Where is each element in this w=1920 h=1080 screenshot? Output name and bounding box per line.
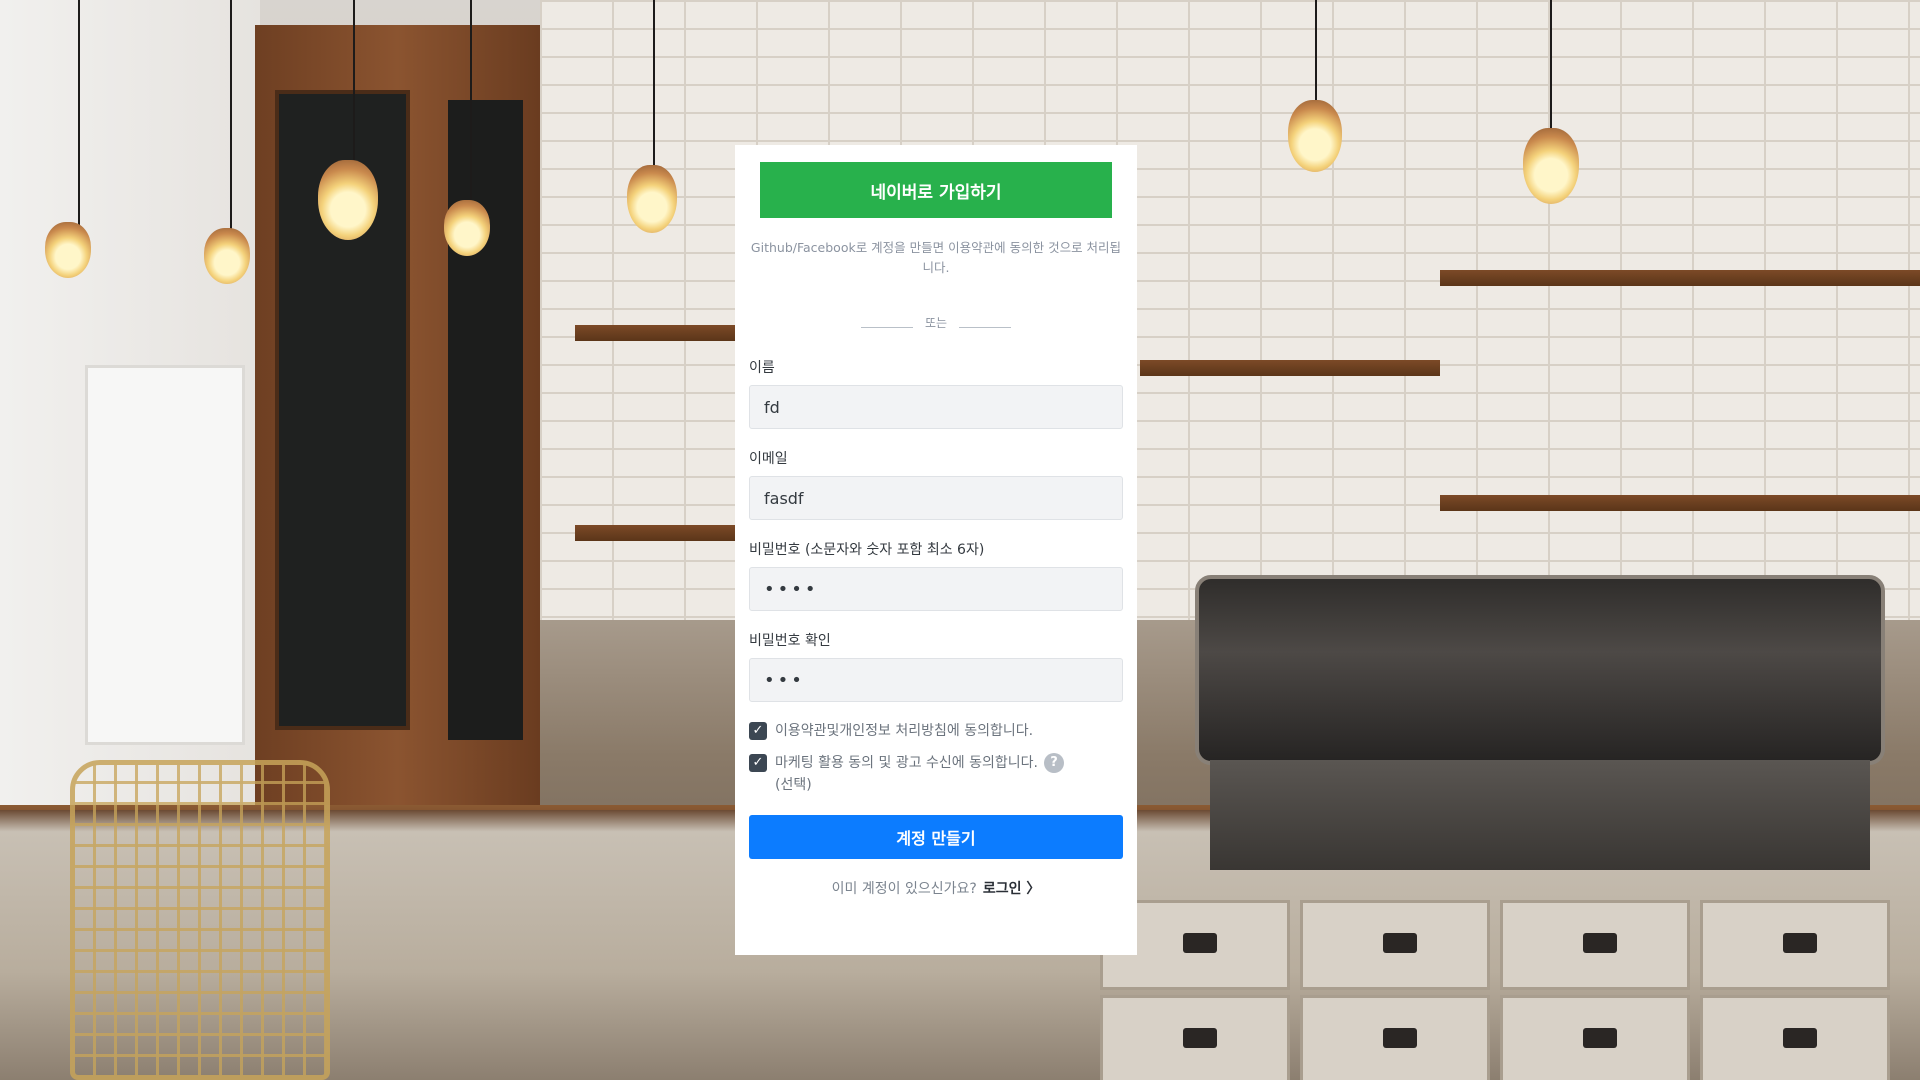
background-drawer (1500, 900, 1690, 990)
create-account-button[interactable]: 계정 만들기 (749, 815, 1123, 859)
login-link[interactable]: 로그인 〉 (983, 881, 1041, 897)
email-input[interactable]: fasdf (749, 476, 1123, 520)
marketing-optional-text: (선택) (775, 777, 812, 793)
background-chalkboard-side (448, 100, 523, 740)
background-drawer (1700, 900, 1890, 990)
background-drawer (1700, 995, 1890, 1080)
divider-line (959, 326, 1012, 328)
background-espresso-base (1210, 760, 1870, 870)
password-confirm-label: 비밀번호 확인 (749, 633, 831, 649)
lamp-cord (353, 0, 355, 168)
pendant-bulb (1523, 128, 1579, 204)
background-shelf (575, 325, 745, 341)
background-espresso-machine (1195, 575, 1885, 765)
terms-checkbox[interactable]: ✓ (749, 722, 767, 740)
terms-agreement-row[interactable]: ✓ 이용약관및개인정보 처리방침에 동의합니다. (749, 720, 1123, 742)
background-door (85, 365, 245, 745)
divider-text: 또는 (924, 315, 948, 330)
password-label: 비밀번호 (소문자와 숫자 포함 최소 6자) (749, 542, 985, 558)
background-drawer (1500, 995, 1690, 1080)
background-drawer (1300, 995, 1490, 1080)
lamp-cord (78, 0, 80, 230)
lamp-cord (470, 0, 472, 205)
background-shelf (575, 525, 745, 541)
login-prompt-row: 이미 계정이 있으신가요? 로그인 〉 (735, 878, 1137, 898)
pendant-bulb (204, 228, 250, 284)
background-shelf (1440, 270, 1920, 286)
question-circle-icon[interactable]: ? (1044, 753, 1064, 773)
lamp-cord (1550, 0, 1552, 132)
lamp-cord (1315, 0, 1317, 106)
or-divider: 또는 (735, 312, 1137, 332)
marketing-checkbox[interactable]: ✓ (749, 754, 767, 772)
background-drawer (1300, 900, 1490, 990)
password-input[interactable]: •••• (749, 567, 1123, 611)
email-label: 이메일 (749, 451, 788, 467)
signup-notice: Github/Facebook로 계정을 만들면 이용약관에 동의한 것으로 처… (750, 240, 1122, 275)
marketing-label-group: 마케팅 활용 동의 및 광고 수신에 동의합니다.? (선택) (775, 752, 1064, 796)
marketing-agreement-row[interactable]: ✓ 마케팅 활용 동의 및 광고 수신에 동의합니다.? (선택) (749, 752, 1123, 796)
pendant-bulb (45, 222, 91, 278)
naver-signup-button[interactable]: 네이버로 가입하기 (760, 162, 1112, 218)
pendant-bulb (1288, 100, 1342, 172)
divider-line (860, 326, 913, 328)
background-wire-chair (70, 760, 330, 1080)
signup-panel: 네이버로 가입하기 Github/Facebook로 계정을 만들면 이용약관에… (735, 145, 1137, 955)
login-prompt-text: 이미 계정이 있으신가요? (831, 881, 977, 897)
lamp-cord (653, 0, 655, 170)
name-input[interactable]: fd (749, 385, 1123, 429)
lamp-cord (230, 0, 232, 232)
background-drawer (1100, 995, 1290, 1080)
pendant-bulb (318, 160, 378, 240)
background-shelf (1140, 360, 1440, 376)
terms-label: 이용약관및개인정보 처리방침에 동의합니다. (775, 723, 1034, 739)
pendant-bulb (444, 200, 490, 256)
password-confirm-input[interactable]: ••• (749, 658, 1123, 702)
background-shelf (1440, 495, 1920, 511)
marketing-label: 마케팅 활용 동의 및 광고 수신에 동의합니다. (775, 755, 1038, 771)
name-label: 이름 (749, 360, 775, 376)
pendant-bulb (627, 165, 677, 233)
